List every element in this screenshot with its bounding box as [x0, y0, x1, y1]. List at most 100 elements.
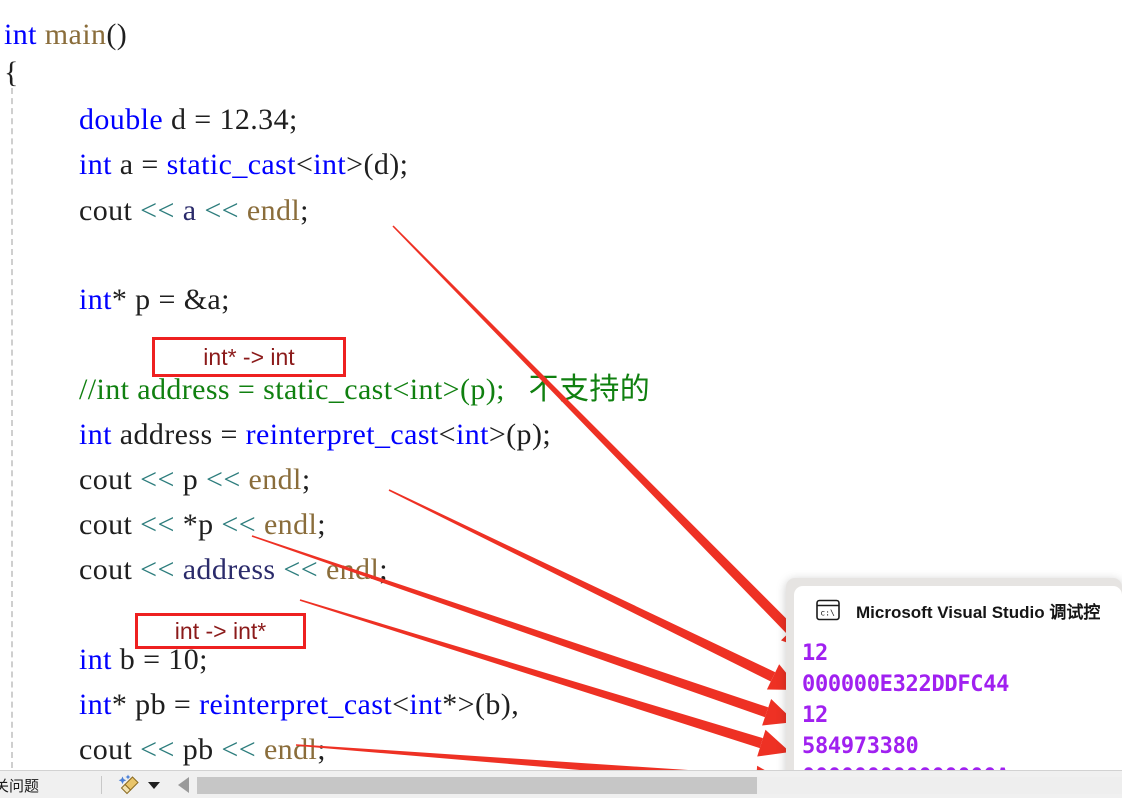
code-token: <<	[140, 733, 175, 766]
code-token: int	[79, 643, 112, 676]
console-output-line: 12	[802, 641, 828, 666]
code-token: cout	[79, 463, 141, 496]
svg-text:c:\: c:\	[820, 608, 835, 618]
code-line[interactable]: int main()	[0, 20, 127, 50]
console-output-line: 12	[802, 703, 828, 728]
code-line[interactable]: cout << a << endl;	[0, 196, 309, 226]
code-token: int	[79, 148, 112, 181]
code-token: ;	[379, 553, 388, 586]
code-line[interactable]: int* p = &a;	[0, 285, 230, 315]
code-token: int	[79, 688, 112, 721]
code-token: main	[44, 18, 107, 51]
console-cmd-icon: c:\	[816, 599, 840, 621]
code-token: <<	[140, 553, 175, 586]
code-token: endl	[263, 733, 318, 766]
code-token: ;	[317, 508, 326, 541]
code-line[interactable]: cout << address << endl;	[0, 555, 388, 585]
code-line[interactable]	[0, 330, 87, 360]
code-line[interactable]: int b = 10;	[0, 645, 208, 675]
code-token: ;	[300, 194, 309, 227]
code-token: int	[79, 283, 112, 316]
code-token: ()	[106, 18, 128, 51]
code-token: ;	[317, 733, 326, 766]
code-token: d =	[163, 103, 220, 136]
code-token: {	[4, 56, 19, 89]
horizontal-scrollbar-thumb[interactable]	[197, 776, 758, 794]
console-title: Microsoft Visual Studio 调试控	[856, 602, 1101, 622]
code-line[interactable]: {	[0, 58, 19, 88]
code-token: int	[409, 688, 443, 721]
code-token: 12.34	[219, 103, 289, 136]
caret-down-icon[interactable]	[148, 781, 161, 789]
code-token: pb	[174, 733, 222, 766]
code-token: ,	[511, 688, 520, 721]
code-token: static_cast	[166, 148, 296, 181]
code-token: >(p);	[488, 418, 552, 451]
annotation-box-label: int* -> int	[203, 343, 295, 370]
bottom-tool-strip[interactable]: 关问题	[0, 770, 1122, 798]
code-token: <	[392, 688, 410, 721]
code-token: endl	[263, 508, 318, 541]
console-output-line: 000000E322DDFC44	[802, 672, 1010, 697]
code-token: <	[295, 148, 314, 181]
annotation-box-label: int -> int*	[174, 617, 267, 644]
code-line[interactable]: cout << *p << endl;	[0, 510, 326, 540]
code-token: *p	[174, 508, 222, 541]
code-token: int	[313, 148, 347, 181]
code-line[interactable]: cout << pb << endl;	[0, 735, 326, 765]
code-line[interactable]: //int address = static_cast<int>(p); 不支持…	[0, 375, 650, 405]
code-token: <<	[221, 508, 257, 541]
code-token: reinterpret_cast	[199, 688, 393, 721]
code-token: ;	[301, 463, 311, 496]
code-token: <<	[283, 553, 319, 586]
code-token: cout	[79, 194, 141, 227]
code-token: <	[438, 418, 456, 451]
code-line[interactable]: int* pb = reinterpret_cast<int*>(b),	[0, 690, 519, 720]
annotation-box: int -> int*	[135, 613, 306, 649]
code-token: * pb =	[111, 688, 200, 721]
toolbar-separator	[101, 776, 103, 794]
annotation-box: int* -> int	[152, 337, 346, 377]
code-token: cout	[79, 733, 141, 766]
code-line[interactable]: double d = 12.34;	[0, 105, 298, 135]
scroll-left-arrow-icon[interactable]	[178, 777, 190, 793]
code-line[interactable]: cout << p << endl;	[0, 465, 311, 495]
code-token: reinterpret_cast	[245, 418, 439, 451]
code-line[interactable]: int address = reinterpret_cast<int>(p);	[0, 420, 551, 450]
code-token: endl	[246, 194, 301, 227]
related-issues-label: 关问题	[0, 777, 40, 795]
code-token: endl	[248, 463, 302, 496]
code-token: address =	[111, 418, 246, 451]
code-token: ;	[288, 103, 298, 136]
horizontal-scrollbar-track[interactable]	[197, 776, 1122, 794]
code-line[interactable]: int a = static_cast<int>(d);	[0, 150, 408, 180]
code-token: cout	[79, 553, 141, 586]
code-token: int	[4, 18, 37, 51]
code-line[interactable]	[0, 600, 87, 630]
broom-icon[interactable]	[118, 774, 142, 796]
code-token: <<	[140, 508, 175, 541]
console-titlebar[interactable]: c:\ Microsoft Visual Studio 调试控	[794, 586, 1122, 634]
code-token: double	[79, 103, 164, 136]
screenshot-root: int main() { double d = 12.34; int a = stat…	[0, 0, 1122, 798]
code-token: int	[455, 418, 489, 451]
code-line[interactable]	[0, 240, 87, 270]
code-token: cout	[79, 508, 141, 541]
code-token: int	[79, 418, 112, 451]
code-token: 不支持的	[528, 373, 651, 406]
code-token: * p = &a;	[111, 283, 230, 316]
code-token: <<	[140, 194, 175, 227]
code-token: endl	[325, 553, 380, 586]
code-token: <<	[140, 463, 175, 496]
console-window[interactable]: c:\ Microsoft Visual Studio 调试控 12 000000…	[786, 578, 1122, 798]
code-token: a	[182, 194, 197, 227]
